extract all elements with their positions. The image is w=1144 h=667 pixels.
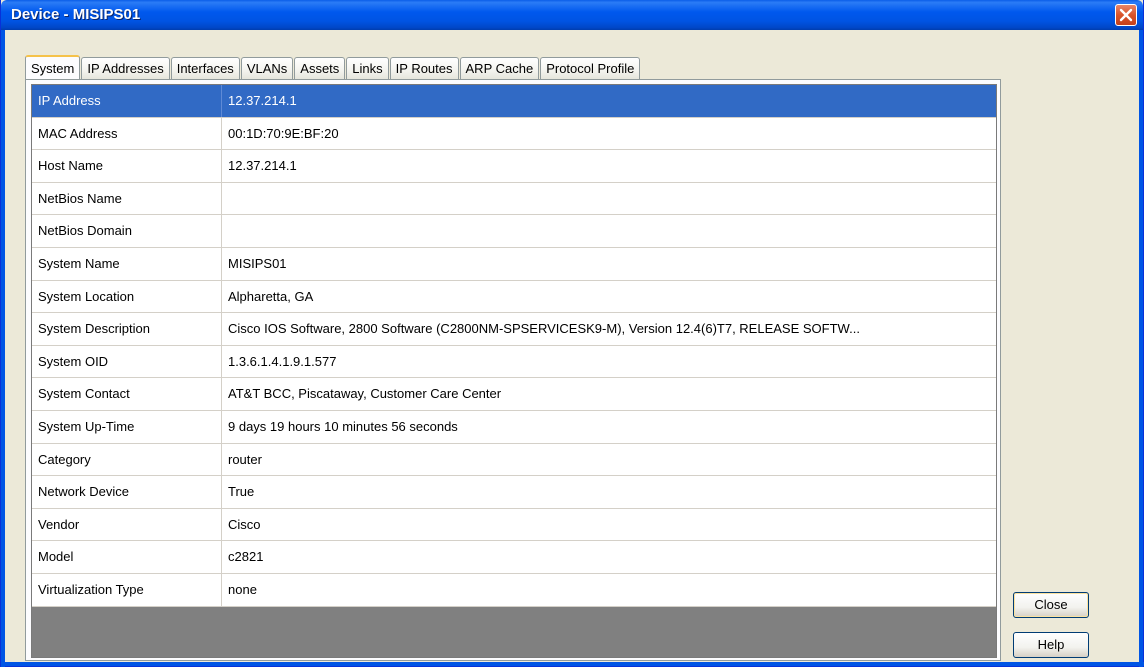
property-name: System Contact (32, 378, 222, 410)
property-name: Model (32, 541, 222, 573)
property-value: none (228, 581, 257, 597)
help-button[interactable]: Help (1013, 632, 1089, 658)
property-row-ip-address[interactable]: IP Address 12.37.214.1 (32, 85, 996, 118)
properties-grid[interactable]: IP Address 12.37.214.1 MAC Address 00:1D… (31, 84, 997, 658)
property-value: router (228, 451, 262, 467)
property-value: True (228, 484, 255, 500)
property-row-category[interactable]: Category router (32, 443, 996, 477)
window-border-left (1, 30, 5, 667)
property-value: Cisco IOS Software, 2800 Software (C2800… (228, 321, 860, 337)
property-value (222, 183, 996, 215)
property-value: c2821 (228, 549, 264, 565)
property-name: System Description (32, 313, 222, 345)
tab-arp-cache[interactable]: ARP Cache (459, 57, 540, 79)
property-name: IP Address (32, 85, 222, 117)
property-row-system-oid[interactable]: System OID 1.3.6.1.4.1.9.1.577 (32, 345, 996, 379)
property-row-netbios-domain[interactable]: NetBios Domain (32, 215, 996, 248)
tab-assets[interactable]: Assets (294, 57, 346, 79)
tab-interfaces[interactable]: Interfaces (170, 57, 240, 79)
property-row-virtualization-type[interactable]: Virtualization Type none (32, 573, 996, 607)
property-name: Host Name (32, 150, 222, 182)
property-value: 12.37.214.1 (228, 93, 297, 108)
property-value: AT&T BCC, Piscataway, Customer Care Cent… (228, 386, 502, 402)
property-name: Network Device (32, 476, 222, 508)
property-value: 1.3.6.1.4.1.9.1.577 (228, 353, 337, 369)
property-row-host-name[interactable]: Host Name 12.37.214.1 (32, 150, 996, 183)
property-row-model[interactable]: Model c2821 (32, 541, 996, 574)
property-name: System Name (32, 247, 222, 280)
tab-protocol-profile[interactable]: Protocol Profile (540, 57, 641, 79)
property-row-system-location[interactable]: System Location Alpharetta, GA (32, 280, 996, 314)
property-value: MISIPS01 (228, 255, 287, 271)
window-close-button[interactable] (1115, 4, 1137, 26)
property-value: Cisco (228, 516, 261, 532)
property-name: MAC Address (32, 117, 222, 150)
tab-links[interactable]: Links (346, 57, 389, 79)
tab-system[interactable]: System (25, 55, 81, 79)
close-icon (1119, 8, 1133, 22)
device-dialog: Device - MISIPS01 System IP Addresses In… (0, 0, 1144, 667)
property-row-network-device[interactable]: Network Device True (32, 476, 996, 509)
property-value: Alpharetta, GA (228, 288, 314, 304)
property-row-netbios-name[interactable]: NetBios Name (32, 182, 996, 216)
properties-grid-body: IP Address 12.37.214.1 MAC Address 00:1D… (32, 85, 996, 607)
property-name: System OID (32, 345, 222, 378)
property-row-system-up-time[interactable]: System Up-Time 9 days 19 hours 10 minute… (32, 410, 996, 444)
property-row-vendor[interactable]: Vendor Cisco (32, 508, 996, 542)
tab-ip-addresses[interactable]: IP Addresses (81, 57, 170, 79)
property-value (222, 215, 996, 247)
property-name: Virtualization Type (32, 573, 222, 606)
window-border-right (1139, 30, 1143, 667)
property-name: System Up-Time (32, 410, 222, 443)
property-row-mac-address[interactable]: MAC Address 00:1D:70:9E:BF:20 (32, 117, 996, 151)
property-value: 12.37.214.1 (228, 158, 297, 174)
property-value: 00:1D:70:9E:BF:20 (228, 125, 339, 141)
close-button[interactable]: Close (1013, 592, 1089, 618)
tab-vlans[interactable]: VLANs (240, 57, 294, 79)
tab-strip: System IP Addresses Interfaces VLANs Ass… (25, 55, 641, 79)
property-value: 9 days 19 hours 10 minutes 56 seconds (228, 418, 458, 434)
property-row-system-name[interactable]: System Name MISIPS01 (32, 247, 996, 281)
tab-ip-routes[interactable]: IP Routes (389, 57, 459, 79)
window-border-bottom (1, 662, 1144, 666)
property-name: NetBios Name (32, 182, 222, 215)
property-row-system-contact[interactable]: System Contact AT&T BCC, Piscataway, Cus… (32, 378, 996, 411)
window-title: Device - MISIPS01 (11, 6, 141, 23)
property-name: NetBios Domain (32, 215, 222, 247)
property-row-system-description[interactable]: System Description Cisco IOS Software, 2… (32, 313, 996, 346)
title-bar[interactable]: Device - MISIPS01 (1, 0, 1143, 30)
property-name: Vendor (32, 508, 222, 541)
property-name: Category (32, 443, 222, 476)
property-name: System Location (32, 280, 222, 313)
